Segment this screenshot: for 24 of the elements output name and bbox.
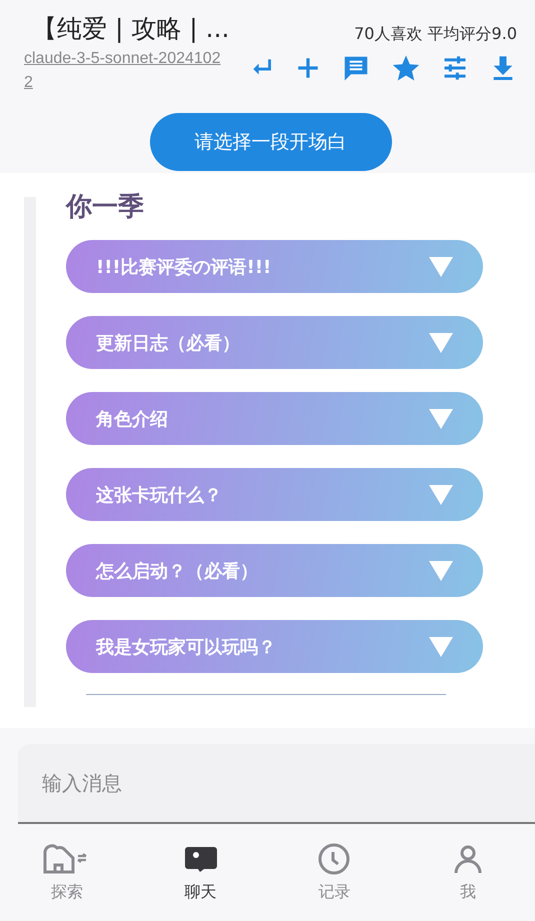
- opening-button[interactable]: 请选择一段开场白: [150, 113, 392, 171]
- collapsible-section[interactable]: 更新日志（必看）: [66, 316, 483, 369]
- dropdown-icon: [429, 256, 453, 276]
- nav-tab[interactable]: 聊天: [134, 824, 268, 921]
- dropdown-icon: [429, 332, 453, 352]
- collapsible-section[interactable]: 我是女玩家可以玩吗？: [66, 620, 483, 673]
- nav-tab[interactable]: 我: [401, 824, 535, 921]
- nav-tab[interactable]: 记录: [268, 824, 402, 921]
- collapsible-section[interactable]: !!!比赛评委の评语!!!: [66, 240, 483, 293]
- dropdown-icon: [429, 408, 453, 428]
- rating-stats: 70人喜欢 平均评分9.0: [354, 24, 517, 45]
- collapsible-section[interactable]: 这张卡玩什么？: [66, 468, 483, 521]
- model-link[interactable]: claude-3-5-sonnet-20241022: [24, 47, 224, 95]
- nav-tab[interactable]: 探索: [0, 824, 134, 921]
- message-input[interactable]: 输入消息: [18, 744, 535, 824]
- star-icon[interactable]: [391, 53, 421, 83]
- section-heading: 你一季: [66, 191, 145, 223]
- dropdown-icon: [429, 484, 453, 504]
- character-title: 【纯爱 | 攻略 | ...: [32, 13, 230, 45]
- collapsible-section[interactable]: 角色介绍: [66, 392, 483, 445]
- dropdown-icon: [429, 636, 453, 656]
- collapsible-section[interactable]: 怎么启动？（必看）: [66, 544, 483, 597]
- clock-icon: [317, 842, 352, 876]
- dropdown-icon: [429, 560, 453, 580]
